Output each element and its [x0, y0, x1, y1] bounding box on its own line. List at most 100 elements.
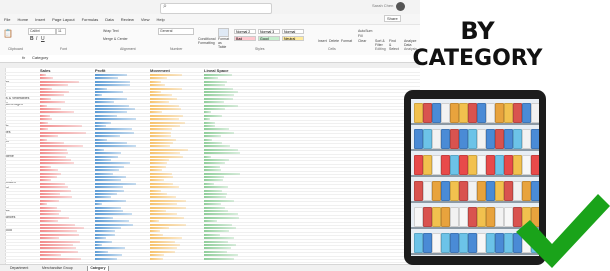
- underline-button[interactable]: U: [41, 36, 45, 42]
- shelf-product: [477, 103, 486, 123]
- ribbon-tab-home[interactable]: Home: [17, 17, 28, 22]
- font-select[interactable]: Calibri: [28, 28, 56, 35]
- sheet-tab-merchandise-group[interactable]: Merchandise Group: [40, 266, 75, 271]
- data-bar: [95, 196, 111, 199]
- column-title: Sales: [40, 68, 51, 73]
- data-bar: [95, 128, 133, 131]
- sheet-tab-category[interactable]: Category: [87, 266, 109, 271]
- data-bar: [95, 159, 111, 161]
- data-bar: [204, 196, 226, 199]
- data-bar: [204, 91, 239, 93]
- ribbon-tab-review[interactable]: Review: [121, 17, 134, 22]
- data-bar: [204, 74, 233, 76]
- data-bar: [204, 121, 216, 124]
- data-bar: [204, 244, 236, 246]
- data-bar: [150, 186, 180, 189]
- ribbon-tab-page-layout[interactable]: Page Layout: [52, 17, 74, 22]
- data-bar: [150, 250, 176, 253]
- data-bar: [150, 94, 172, 97]
- italic-button[interactable]: I: [36, 36, 37, 42]
- wrap-text-button[interactable]: Wrap Text: [103, 29, 119, 33]
- paste-icon[interactable]: 📋: [3, 29, 13, 38]
- shelf-edge: [411, 175, 539, 177]
- shelf-product: [513, 103, 522, 123]
- format-button[interactable]: Format: [341, 39, 352, 43]
- merge-center-button[interactable]: Merge & Center: [103, 37, 128, 41]
- format-as-table-icon[interactable]: [218, 28, 229, 37]
- data-bar: [40, 176, 57, 178]
- data-bar: [95, 91, 123, 93]
- data-bar: [204, 230, 230, 233]
- clear-button[interactable]: Clear: [358, 39, 366, 43]
- ribbon-tab-file[interactable]: File: [4, 17, 10, 22]
- data-bar: [40, 104, 47, 107]
- insert-button[interactable]: Insert: [318, 39, 327, 43]
- number-format-select[interactable]: General: [158, 28, 194, 35]
- shelf-product: [477, 155, 486, 175]
- data-bar: [204, 131, 235, 134]
- cell-style-good[interactable]: Good: [258, 36, 280, 41]
- data-bar: [40, 121, 49, 124]
- data-bar: [204, 77, 218, 80]
- shelf-product: [486, 129, 495, 149]
- ribbon-tab-help[interactable]: Help: [156, 17, 164, 22]
- data-bar: [40, 250, 78, 253]
- font-size-select[interactable]: 11: [56, 28, 66, 35]
- sheet-tab-department[interactable]: Department: [8, 266, 30, 271]
- shelf-product: [468, 103, 477, 123]
- data-bar: [40, 210, 62, 212]
- data-bar: [95, 233, 115, 236]
- cell-style-bad[interactable]: Bad: [234, 36, 256, 41]
- cell-style-normal-3[interactable]: Normal 3: [258, 29, 280, 34]
- shelf-product: [477, 233, 486, 253]
- data-bar: [150, 182, 174, 185]
- worksheet[interactable]: ers & VegetablesBeveragestsiestsgeneorat…: [0, 68, 420, 264]
- shelf-product: [504, 155, 513, 175]
- ribbon-tab-formulas[interactable]: Formulas: [82, 17, 99, 22]
- data-bar: [40, 165, 52, 168]
- cell-style-normal[interactable]: Normal: [282, 29, 304, 34]
- data-bar: [204, 104, 239, 107]
- autosum-button[interactable]: AutoSum: [358, 29, 372, 33]
- data-bar: [204, 223, 232, 226]
- share-button[interactable]: Share: [384, 15, 401, 22]
- shelf-product: [468, 233, 477, 253]
- shelf-product: [432, 207, 441, 227]
- data-bar: [95, 162, 130, 165]
- shelf-product: [423, 181, 432, 201]
- ribbon-tab-view[interactable]: View: [141, 17, 150, 22]
- data-bar: [40, 189, 72, 192]
- data-bar: [95, 176, 127, 178]
- shelf-product: [495, 103, 504, 123]
- bold-button[interactable]: B: [30, 36, 34, 42]
- data-bar: [40, 223, 76, 226]
- find-select-button[interactable]: Find & Select: [389, 39, 399, 51]
- shelf-product: [522, 155, 531, 175]
- conditional-formatting-button[interactable]: Conditional Formatting: [198, 37, 216, 45]
- ribbon-tab-data[interactable]: Data: [105, 17, 113, 22]
- data-bar: [150, 230, 160, 233]
- data-bar: [95, 216, 113, 219]
- avatar[interactable]: [396, 2, 405, 11]
- shelf-product: [468, 155, 477, 175]
- fill-button[interactable]: Fill: [358, 34, 362, 38]
- formula-bar[interactable]: fx Category: [0, 55, 420, 63]
- data-bar: [40, 206, 58, 209]
- data-bar: [150, 165, 167, 168]
- formula-value: Category: [32, 55, 49, 60]
- data-bar: [40, 220, 59, 223]
- data-bar: [204, 97, 234, 100]
- search-box[interactable]: ⌕: [160, 3, 272, 14]
- cell-style-neutral[interactable]: Neutral: [282, 36, 304, 41]
- delete-button[interactable]: Delete: [329, 39, 339, 43]
- data-bar: [150, 199, 186, 202]
- data-bar: [95, 250, 108, 253]
- ribbon-tab-insert[interactable]: Insert: [35, 17, 45, 22]
- cell-style-normal-2[interactable]: Normal 2: [234, 29, 256, 34]
- data-bar: [150, 203, 177, 206]
- data-bar: [150, 179, 165, 182]
- format-as-table-button[interactable]: Format as Table: [218, 37, 230, 49]
- shelf-product: [423, 129, 432, 149]
- sort-filter-button[interactable]: Sort & Filter: [375, 39, 385, 47]
- shelf-product: [459, 155, 468, 175]
